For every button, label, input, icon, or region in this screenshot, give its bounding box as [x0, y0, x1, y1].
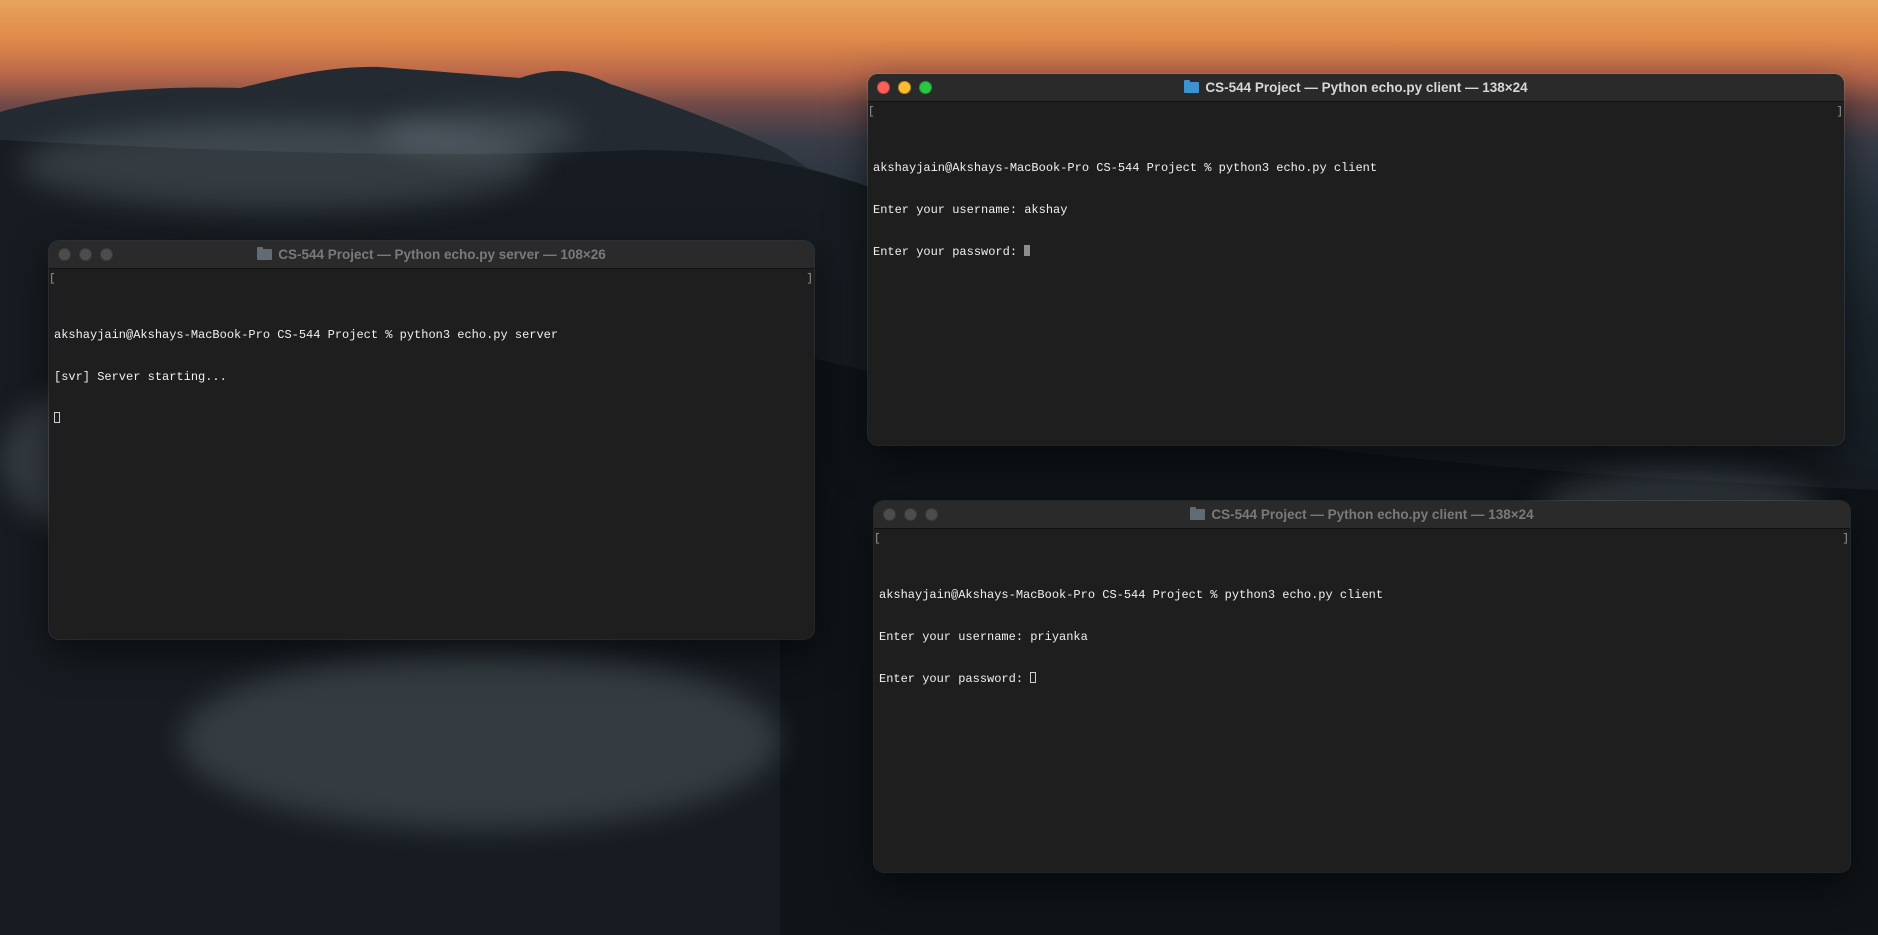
- server-title-text: CS-544 Project — Python echo.py server —…: [278, 247, 606, 262]
- line-marker-left: [: [868, 106, 875, 118]
- line-marker-left: [: [49, 273, 56, 285]
- folder-icon: [257, 247, 273, 260]
- text-cursor: [54, 412, 60, 423]
- line-marker-right: ]: [806, 273, 813, 285]
- client2-terminal-content[interactable]: [ ] akshayjain@Akshays-MacBook-Pro CS-54…: [874, 529, 1850, 717]
- minimize-button[interactable]: [898, 81, 911, 94]
- terminal-line: akshayjain@Akshays-MacBook-Pro CS-544 Pr…: [54, 328, 559, 342]
- client1-title-text: CS-544 Project — Python echo.py client —…: [1205, 80, 1528, 95]
- terminal-line: akshayjain@Akshays-MacBook-Pro CS-544 Pr…: [879, 588, 1384, 602]
- server-terminal-window[interactable]: CS-544 Project — Python echo.py server —…: [49, 241, 814, 639]
- window-title: CS-544 Project — Python echo.py client —…: [1184, 80, 1528, 95]
- client2-window-titlebar[interactable]: CS-544 Project — Python echo.py client —…: [874, 501, 1850, 529]
- minimize-button[interactable]: [79, 248, 92, 261]
- terminal-line: [svr] Server starting...: [54, 370, 227, 384]
- client1-terminal-window[interactable]: CS-544 Project — Python echo.py client —…: [868, 74, 1844, 445]
- line-marker-right: ]: [1842, 533, 1849, 545]
- line-marker-left: [: [874, 533, 881, 545]
- client1-terminal-content[interactable]: [ ] akshayjain@Akshays-MacBook-Pro CS-54…: [868, 102, 1844, 290]
- window-title: CS-544 Project — Python echo.py server —…: [257, 247, 606, 262]
- close-button[interactable]: [877, 81, 890, 94]
- cloud: [380, 110, 580, 155]
- close-button[interactable]: [58, 248, 71, 261]
- server-window-titlebar[interactable]: CS-544 Project — Python echo.py server —…: [49, 241, 814, 269]
- client2-terminal-window[interactable]: CS-544 Project — Python echo.py client —…: [874, 501, 1850, 872]
- line-marker-right: ]: [1836, 106, 1843, 118]
- window-title: CS-544 Project — Python echo.py client —…: [1190, 507, 1534, 522]
- text-cursor: [1024, 245, 1031, 256]
- server-terminal-content[interactable]: [ ] akshayjain@Akshays-MacBook-Pro CS-54…: [49, 269, 814, 457]
- client1-window-titlebar[interactable]: CS-544 Project — Python echo.py client —…: [868, 74, 1844, 102]
- terminal-line: Enter your username: priyanka: [879, 630, 1088, 644]
- terminal-line: [54, 412, 809, 426]
- zoom-button[interactable]: [100, 248, 113, 261]
- password-prompt: Enter your password:: [879, 672, 1031, 686]
- window-controls: [883, 508, 938, 521]
- window-controls: [877, 81, 932, 94]
- window-controls: [58, 248, 113, 261]
- minimize-button[interactable]: [904, 508, 917, 521]
- folder-icon: [1190, 507, 1206, 520]
- zoom-button[interactable]: [925, 508, 938, 521]
- cloud: [180, 650, 780, 830]
- text-cursor: [1030, 672, 1037, 683]
- terminal-line: Enter your username: akshay: [873, 203, 1068, 217]
- close-button[interactable]: [883, 508, 896, 521]
- zoom-button[interactable]: [919, 81, 932, 94]
- terminal-line: akshayjain@Akshays-MacBook-Pro CS-544 Pr…: [873, 161, 1378, 175]
- terminal-line: Enter your password:: [879, 672, 1845, 686]
- client2-title-text: CS-544 Project — Python echo.py client —…: [1211, 507, 1534, 522]
- password-prompt: Enter your password:: [873, 245, 1025, 259]
- terminal-line: Enter your password:: [873, 245, 1839, 259]
- folder-icon: [1184, 80, 1200, 93]
